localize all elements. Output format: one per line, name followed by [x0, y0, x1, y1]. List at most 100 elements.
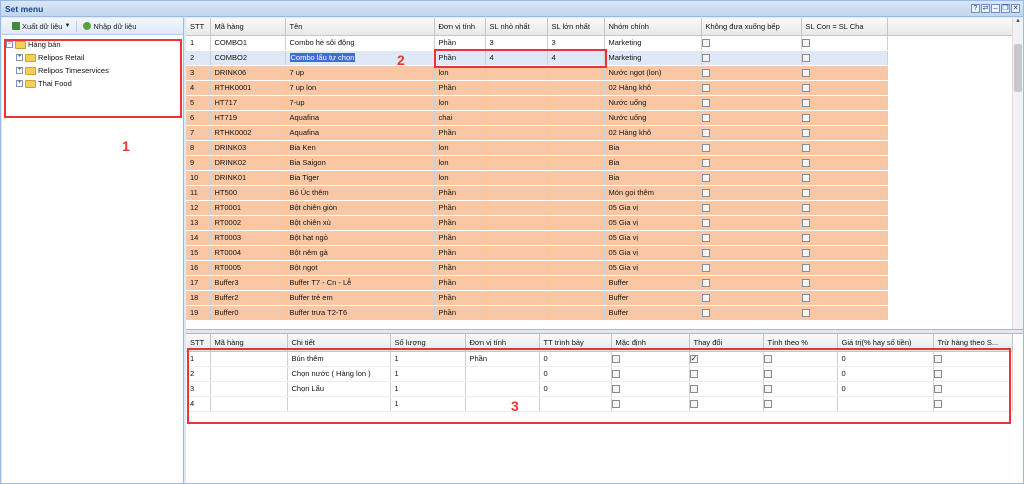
cell-name[interactable]: Bia Ken — [285, 140, 435, 156]
child-eq-parent-checkbox[interactable] — [801, 264, 810, 272]
child-eq-parent-checkbox[interactable] — [801, 129, 810, 137]
child-eq-parent-checkbox[interactable] — [801, 144, 810, 152]
col-min-qty[interactable]: SL nhỏ nhất — [485, 18, 548, 36]
cell-unit[interactable]: lon — [434, 155, 486, 171]
cell-unit[interactable]: Phần — [434, 275, 486, 291]
no-kitchen-checkbox[interactable] — [701, 39, 710, 47]
cell-group[interactable]: 05 Gia vị — [604, 230, 702, 246]
cell-name[interactable]: Bột hạt ngò — [285, 230, 435, 246]
cell-max-qty[interactable] — [547, 170, 605, 186]
table-row[interactable]: 1 COMBO1 Combo hè sôi động Phần 3 3 Marketing — [186, 35, 1013, 51]
child-eq-parent-checkbox[interactable] — [801, 84, 810, 92]
cell-name[interactable]: Bò Úc thêm — [285, 185, 435, 201]
cell-max-qty[interactable] — [547, 305, 605, 321]
cell-name[interactable]: 7-up — [285, 95, 435, 111]
cell-group[interactable]: Marketing — [604, 35, 702, 51]
table-row[interactable]: 13 RT0002 Bột chiên xù Phần 05 Gia vị — [186, 215, 1013, 231]
cell-code[interactable]: HT719 — [210, 110, 286, 126]
col-name[interactable]: Tên — [285, 18, 435, 36]
help-icon[interactable]: ? — [971, 4, 980, 13]
minimize-icon[interactable]: – — [991, 4, 1000, 13]
cell-code[interactable]: COMBO1 — [210, 35, 286, 51]
cell-stt[interactable]: 16 — [186, 260, 211, 276]
cell-unit[interactable]: lon — [434, 140, 486, 156]
table-row[interactable]: 10 DRINK01 Bia Tiger lon Bia — [186, 170, 1013, 186]
table-row[interactable]: 14 RT0003 Bột hạt ngò Phần 05 Gia vị — [186, 230, 1013, 246]
cell-stt[interactable]: 9 — [186, 155, 211, 171]
cell-group[interactable]: Bia — [604, 155, 702, 171]
table-row[interactable]: 17 Buffer3 Buffer T7 - Cn - Lễ Phần Buffer — [186, 275, 1013, 291]
col-unit[interactable]: Đơn vị tính — [434, 18, 486, 36]
cell-name[interactable]: Bột nêm gà — [285, 245, 435, 261]
cell-max-qty[interactable] — [547, 155, 605, 171]
col-stt[interactable]: STT — [186, 18, 211, 36]
cell-name[interactable]: Buffer trẻ em — [285, 290, 435, 306]
cell-group[interactable]: 05 Gia vị — [604, 200, 702, 216]
cell-unit[interactable]: Phần — [434, 35, 486, 51]
cell-stt[interactable]: 10 — [186, 170, 211, 186]
cell-name[interactable]: Buffer trưa T2-T6 — [285, 305, 435, 321]
table-row[interactable]: 9 DRINK02 Bia Saigon lon Bia — [186, 155, 1013, 171]
cell-min-qty[interactable] — [485, 110, 548, 126]
child-eq-parent-checkbox[interactable] — [801, 279, 810, 287]
child-eq-parent-checkbox[interactable] — [801, 219, 810, 227]
cell-max-qty[interactable] — [547, 125, 605, 141]
no-kitchen-checkbox[interactable] — [701, 159, 710, 167]
cell-name[interactable]: Aquafina — [285, 125, 435, 141]
cell-group[interactable]: Món gọi thêm — [604, 185, 702, 201]
cell-min-qty[interactable] — [485, 260, 548, 276]
cell-min-qty[interactable] — [485, 95, 548, 111]
cell-name[interactable]: Combo lẩu tự chọn — [285, 50, 435, 66]
table-row[interactable]: 7 RTHK0002 Aquafina Phần 02 Hàng khô — [186, 125, 1013, 141]
cell-name[interactable]: Buffer T7 - Cn - Lễ — [285, 275, 435, 291]
maximize-icon[interactable]: ❐ — [1001, 4, 1010, 13]
child-eq-parent-checkbox[interactable] — [801, 249, 810, 257]
cell-unit[interactable]: Phần — [434, 125, 486, 141]
child-eq-parent-checkbox[interactable] — [801, 69, 810, 77]
vertical-scrollbar[interactable]: ▲ — [1012, 18, 1023, 329]
cell-min-qty[interactable]: 3 — [485, 35, 548, 51]
cell-name[interactable]: Bột ngọt — [285, 260, 435, 276]
no-kitchen-checkbox[interactable] — [701, 144, 710, 152]
cell-name[interactable]: Bột chiên xù — [285, 215, 435, 231]
cell-stt[interactable]: 4 — [186, 80, 211, 96]
table-row[interactable]: 12 RT0001 Bột chiên giòn Phần 05 Gia vị — [186, 200, 1013, 216]
cell-stt[interactable]: 11 — [186, 185, 211, 201]
child-eq-parent-checkbox[interactable] — [801, 174, 810, 182]
col-code[interactable]: Mã hàng — [210, 18, 286, 36]
cell-max-qty[interactable] — [547, 140, 605, 156]
cell-group[interactable]: Nước uống — [604, 110, 702, 126]
cell-unit[interactable]: Phần — [434, 80, 486, 96]
table-row[interactable]: 18 Buffer2 Buffer trẻ em Phần Buffer — [186, 290, 1013, 306]
scroll-thumb[interactable] — [1014, 44, 1022, 92]
cell-name[interactable]: Combo hè sôi động — [285, 35, 435, 51]
no-kitchen-checkbox[interactable] — [701, 219, 710, 227]
cell-stt[interactable]: 8 — [186, 140, 211, 156]
cell-code[interactable]: RTHK0002 — [210, 125, 286, 141]
cell-max-qty[interactable] — [547, 230, 605, 246]
cell-code[interactable]: RT0002 — [210, 215, 286, 231]
cell-min-qty[interactable] — [485, 305, 548, 321]
cell-max-qty[interactable] — [547, 215, 605, 231]
export-button[interactable]: Xuất dữ liệu ▼ — [12, 22, 70, 31]
cell-stt[interactable]: 14 — [186, 230, 211, 246]
cell-max-qty[interactable] — [547, 185, 605, 201]
cell-unit[interactable]: Phần — [434, 290, 486, 306]
table-row[interactable]: 16 RT0005 Bột ngọt Phần 05 Gia vị — [186, 260, 1013, 276]
cell-min-qty[interactable] — [485, 230, 548, 246]
table-row[interactable]: 5 HT717 7-up lon Nước uống — [186, 95, 1013, 111]
close-icon[interactable]: ✕ — [1011, 4, 1020, 13]
cell-group[interactable]: 05 Gia vị — [604, 245, 702, 261]
cell-stt[interactable]: 12 — [186, 200, 211, 216]
cell-max-qty[interactable] — [547, 260, 605, 276]
cell-group[interactable]: Buffer — [604, 305, 702, 321]
col-child-eq-parent[interactable]: SL Con = SL Cha — [801, 18, 888, 36]
cell-stt[interactable]: 5 — [186, 95, 211, 111]
cell-stt[interactable]: 18 — [186, 290, 211, 306]
cell-group[interactable]: Buffer — [604, 275, 702, 291]
cell-code[interactable]: DRINK03 — [210, 140, 286, 156]
scroll-up-icon[interactable]: ▲ — [1013, 18, 1023, 28]
cell-group[interactable]: 05 Gia vị — [604, 260, 702, 276]
cell-unit[interactable]: Phần — [434, 185, 486, 201]
cell-code[interactable]: RT0001 — [210, 200, 286, 216]
